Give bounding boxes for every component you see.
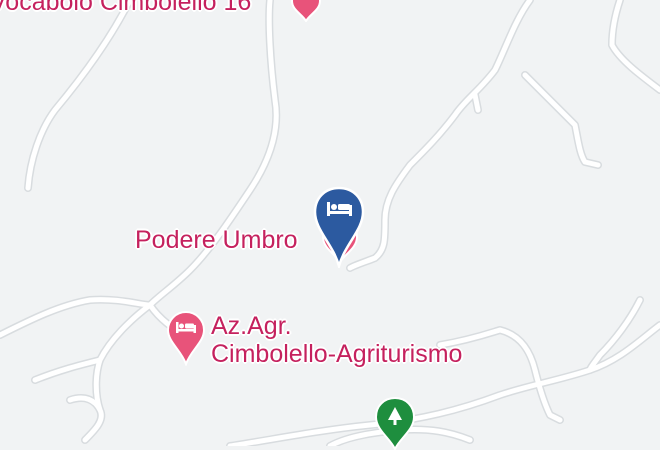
map-pin-icon[interactable] [291,0,321,22]
place-label-vocabolo[interactable]: Vocabolo Cimbolello 16 [0,0,251,16]
selected-hotel-pin[interactable] [313,186,365,268]
place-label-podere-umbro[interactable]: Podere Umbro [135,226,298,254]
place-label-agr-line1[interactable]: Az.Agr. [211,312,292,340]
place-label-agr-line2[interactable]: Cimbolello-Agriturismo [211,340,462,368]
park-pin-icon[interactable] [373,396,417,450]
agriturismo-pin[interactable] [166,310,206,366]
